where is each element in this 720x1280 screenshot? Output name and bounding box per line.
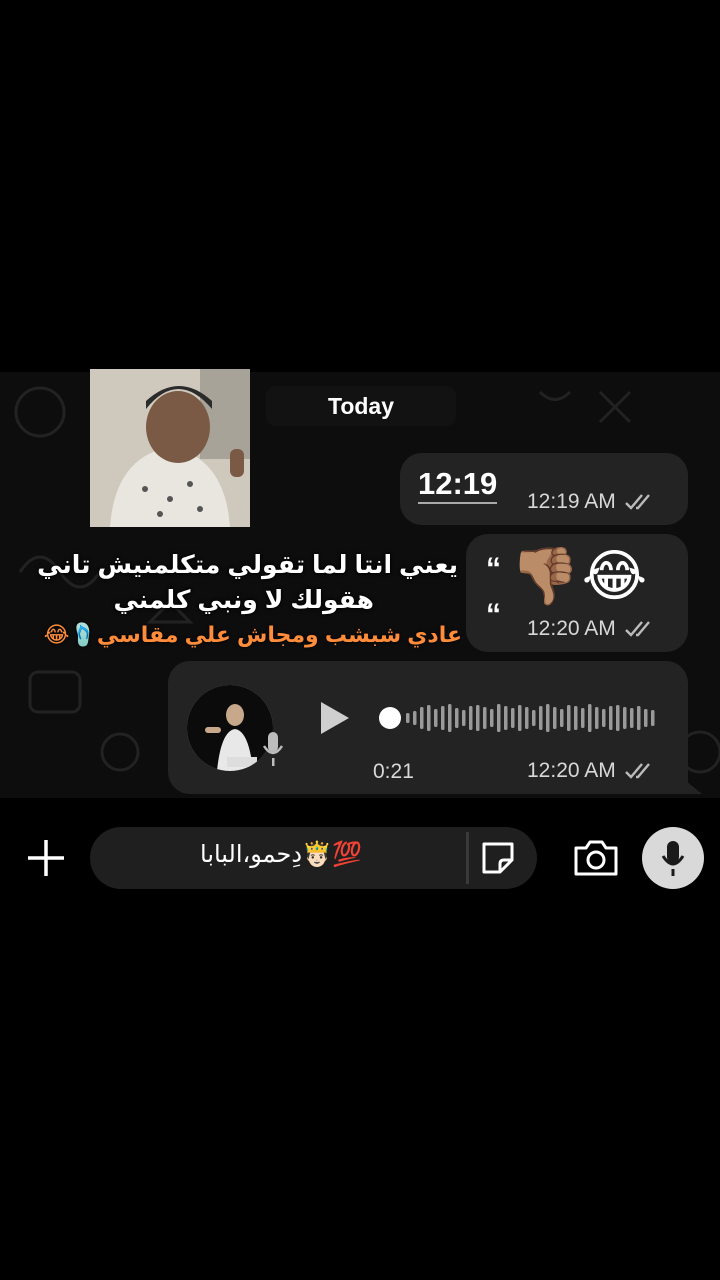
plus-icon[interactable] xyxy=(26,838,66,878)
date-divider: Today xyxy=(266,386,456,426)
waveform-bar xyxy=(525,707,529,729)
message-meta: 12:19 AM xyxy=(527,490,654,514)
waveform-bar xyxy=(637,706,641,730)
voice-duration: 0:21 xyxy=(373,760,414,783)
waveform-bar xyxy=(497,704,501,732)
waveform-bar xyxy=(455,708,459,728)
double-check-icon xyxy=(624,621,650,637)
double-check-icon xyxy=(624,763,650,779)
message-emojis: 👎🏽😂 xyxy=(510,544,650,607)
message-input-text: دِحمو،البابا🤴🏻💯 xyxy=(200,841,362,868)
waveform-bar xyxy=(609,706,613,730)
waveform-bar xyxy=(504,706,508,730)
message-text: 12:19 xyxy=(418,468,498,504)
waveform-bar xyxy=(518,705,522,731)
date-divider-label: Today xyxy=(327,392,395,419)
message-time: 12:19 AM xyxy=(527,490,616,513)
waveform-bar xyxy=(490,709,494,727)
waveform-bar xyxy=(560,709,564,727)
waveform-bar xyxy=(476,705,480,731)
waveform-bar xyxy=(574,706,578,730)
waveform-bar xyxy=(595,707,599,729)
waveform-bar xyxy=(616,705,620,731)
waveform-bar xyxy=(441,706,445,730)
bubble-tail xyxy=(680,776,702,794)
sticker-icon[interactable] xyxy=(478,838,518,878)
waveform-bar xyxy=(644,709,648,727)
meme-sticker-image xyxy=(90,369,250,527)
waveform-bar xyxy=(483,707,487,729)
waveform-bar xyxy=(448,704,452,732)
waveform-bar xyxy=(462,710,466,726)
waveform-bar xyxy=(539,706,543,730)
waveform-bar xyxy=(651,710,655,726)
overlay-caption-line-2: هقولك لا ونبي كلمني xyxy=(113,586,374,614)
mic-icon xyxy=(661,841,685,876)
waveform-bar xyxy=(581,708,585,728)
message-time: 12:20 AM xyxy=(527,759,616,782)
quote-mark-close: “ xyxy=(486,598,501,631)
quote-mark-open: “ xyxy=(486,552,501,585)
waveform-bar xyxy=(630,708,634,728)
waveform-bar xyxy=(623,707,627,729)
waveform-bar xyxy=(420,707,424,729)
waveform-bar xyxy=(469,706,473,730)
waveform-bar xyxy=(406,713,410,723)
waveform-bar xyxy=(546,704,550,732)
waveform-bar xyxy=(511,708,515,728)
double-check-icon xyxy=(624,494,650,510)
waveform-bar xyxy=(588,704,592,732)
waveform-bar xyxy=(602,709,606,727)
avatar xyxy=(187,685,273,771)
waveform-bar xyxy=(553,707,557,729)
waveform-bar xyxy=(427,705,431,731)
overlay-caption-line-3: عادي شبشب ومجاش علي مقاسي🩴😂 xyxy=(43,622,462,647)
play-icon[interactable] xyxy=(318,700,352,736)
message-meta: 12:20 AM xyxy=(527,617,654,641)
waveform-bar xyxy=(434,709,438,727)
message-meta: 12:20 AM xyxy=(527,759,654,783)
waveform-bar xyxy=(532,710,536,726)
waveform-bar xyxy=(413,711,417,725)
camera-icon[interactable] xyxy=(572,838,620,878)
voice-waveform[interactable] xyxy=(378,700,660,736)
mic-icon xyxy=(262,732,284,766)
message-time: 12:20 AM xyxy=(527,617,616,640)
waveform-bar xyxy=(567,705,571,731)
record-voice-button[interactable] xyxy=(642,827,704,889)
input-divider xyxy=(466,832,469,884)
overlay-caption-line-1: يعني انتا لما تقولي متكلمنيش تاني xyxy=(37,551,458,579)
